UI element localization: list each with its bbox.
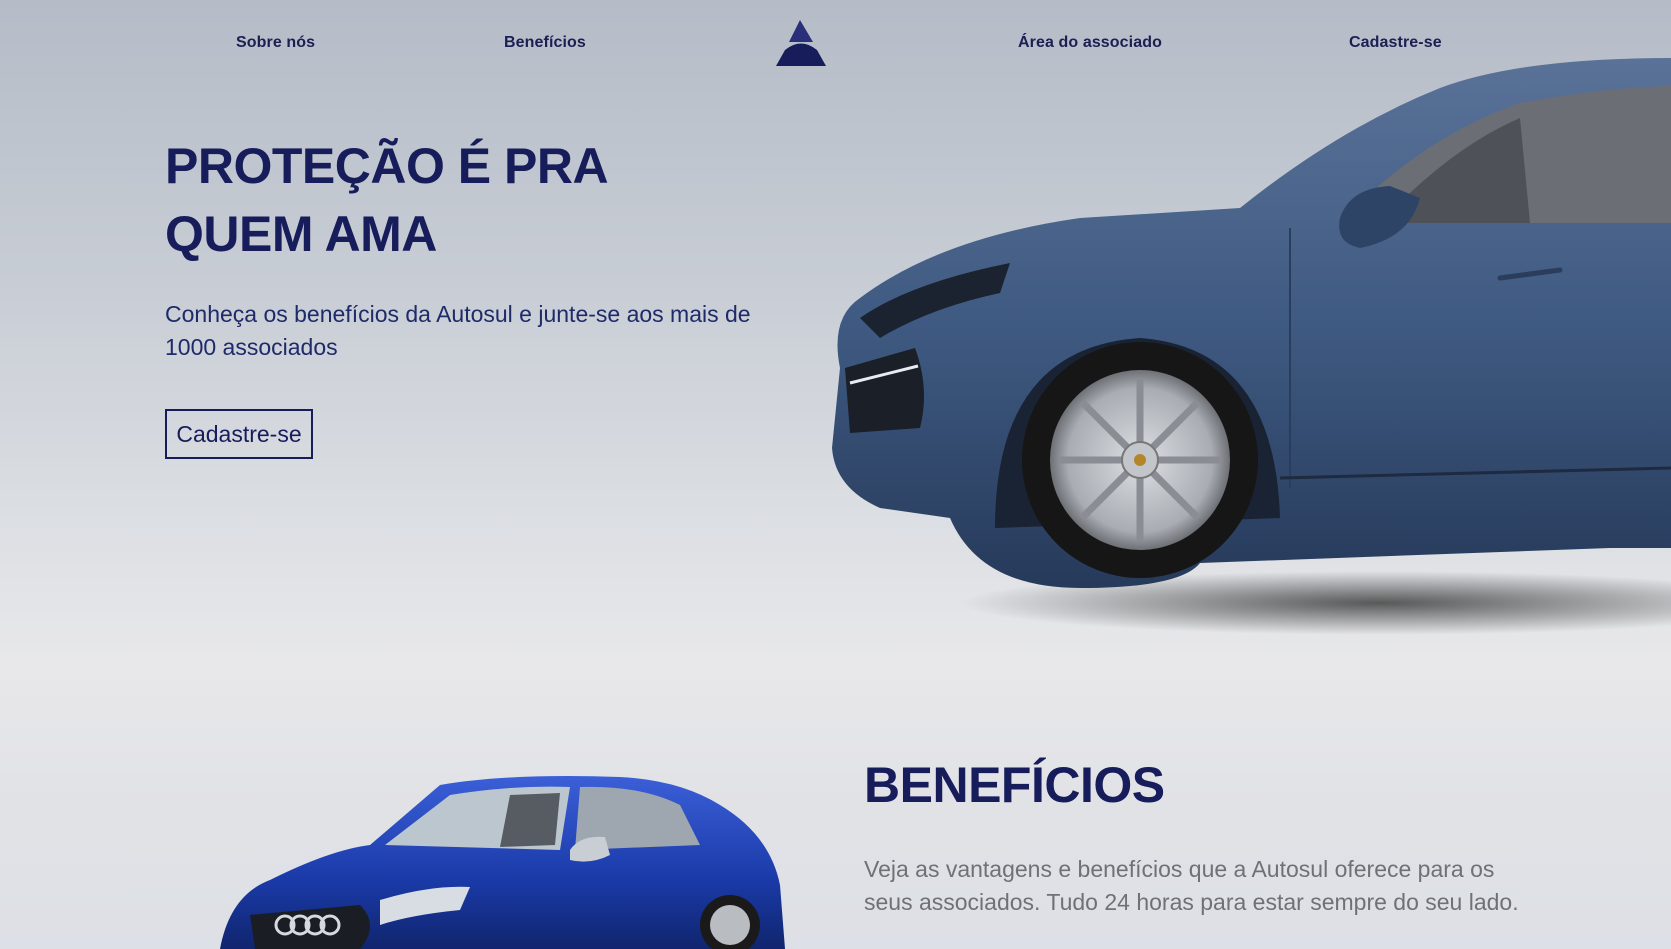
blue-suv-image — [832, 58, 1671, 635]
hero-title: PROTEÇÃO É PRA QUEM AMA — [165, 132, 685, 268]
nav-link-beneficios[interactable]: Benefícios — [504, 34, 586, 52]
benefits-title: BENEFÍCIOS — [864, 757, 1165, 813]
blue-sedan-image — [220, 776, 785, 949]
nav-link-sobre-nos[interactable]: Sobre nós — [236, 34, 315, 52]
hero-subtitle: Conheça os benefícios da Autosul e junte… — [165, 301, 751, 360]
benefits-description: Veja as vantagens e benefícios que a Aut… — [864, 856, 1519, 915]
hero-title-line-2: QUEM AMA — [165, 206, 437, 262]
hero-cadastre-se-button[interactable]: Cadastre-se — [165, 409, 313, 459]
hero-title-line-1: PROTEÇÃO É PRA — [165, 138, 609, 194]
